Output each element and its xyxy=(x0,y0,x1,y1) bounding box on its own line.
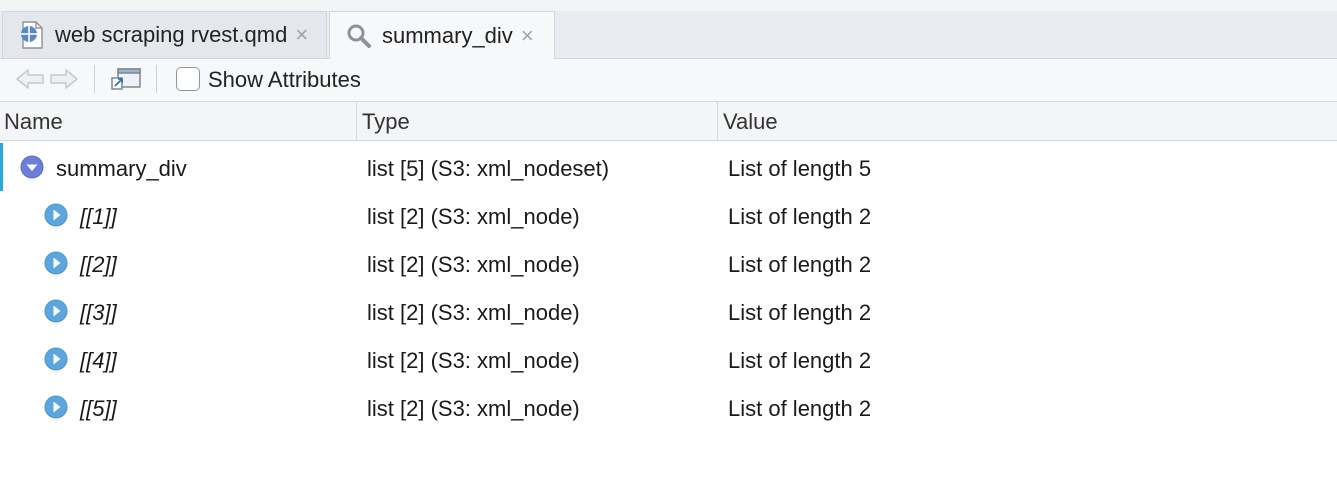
row-type: list [2] (S3: xml_node) xyxy=(367,252,580,277)
row-type: list [2] (S3: xml_node) xyxy=(367,300,580,325)
row-type: list [2] (S3: xml_node) xyxy=(367,396,580,421)
row-type: list [2] (S3: xml_node) xyxy=(367,348,580,373)
row-name: [[3]] xyxy=(80,300,117,325)
forward-button[interactable] xyxy=(48,67,80,95)
row-value: List of length 2 xyxy=(728,204,872,229)
quarto-globe-icon xyxy=(17,20,47,50)
close-icon[interactable]: × xyxy=(521,24,534,47)
collapse-circle-icon[interactable] xyxy=(20,155,44,179)
toolbar: Show Attributes xyxy=(0,59,1337,102)
row-value: List of length 2 xyxy=(728,396,872,421)
column-value-header[interactable]: Value xyxy=(717,102,1337,141)
tab-file-rvest[interactable]: web scraping rvest.qmd × xyxy=(2,11,327,58)
row-name: [[4]] xyxy=(80,348,117,373)
expand-circle-icon[interactable] xyxy=(44,203,68,227)
popout-icon xyxy=(109,66,143,97)
show-attributes-label: Show Attributes xyxy=(208,67,361,92)
show-attributes-checkbox[interactable] xyxy=(176,67,200,91)
tree-row-item-2[interactable]: [[2]] list [2] (S3: xml_node) List of le… xyxy=(0,239,1337,287)
tree-row-item-1[interactable]: [[1]] list [2] (S3: xml_node) List of le… xyxy=(0,191,1337,239)
data-viewer-window: web scraping rvest.qmd × summary_div × S… xyxy=(0,0,1337,501)
tree-row-summary-div[interactable]: summary_div list [5] (S3: xml_nodeset) L… xyxy=(0,143,1337,191)
object-tree: summary_div list [5] (S3: xml_nodeset) L… xyxy=(0,141,1337,441)
row-value: List of length 2 xyxy=(728,252,872,277)
row-value: List of length 2 xyxy=(728,348,872,373)
tab-summary-div[interactable]: summary_div × xyxy=(329,11,555,59)
tab-label: web scraping rvest.qmd xyxy=(55,22,288,47)
toolbar-divider xyxy=(156,65,157,93)
row-name: [[5]] xyxy=(80,396,117,421)
expand-circle-icon[interactable] xyxy=(44,251,68,275)
expand-circle-icon[interactable] xyxy=(44,347,68,371)
column-type-header[interactable]: Type xyxy=(356,102,717,141)
column-name-header[interactable]: Name xyxy=(0,102,356,141)
tab-strip: web scraping rvest.qmd × summary_div × xyxy=(0,0,1337,59)
tree-row-item-5[interactable]: [[5]] list [2] (S3: xml_node) List of le… xyxy=(0,383,1337,431)
row-name: [[2]] xyxy=(80,252,117,277)
row-value: List of length 5 xyxy=(728,156,872,181)
search-icon xyxy=(344,21,374,51)
expand-circle-icon[interactable] xyxy=(44,395,68,419)
tab-label: summary_div xyxy=(382,22,513,48)
row-type: list [2] (S3: xml_node) xyxy=(367,204,580,229)
arrow-right-icon xyxy=(49,67,79,96)
toolbar-divider xyxy=(94,65,95,93)
expand-circle-icon[interactable] xyxy=(44,299,68,323)
close-icon[interactable]: × xyxy=(295,24,308,46)
arrow-left-icon xyxy=(15,67,45,96)
row-name: [[1]] xyxy=(80,204,117,229)
column-header: Name Type Value xyxy=(0,102,1337,141)
tree-row-item-4[interactable]: [[4]] list [2] (S3: xml_node) List of le… xyxy=(0,335,1337,383)
row-type: list [5] (S3: xml_nodeset) xyxy=(367,156,610,181)
popout-button[interactable] xyxy=(108,67,144,95)
row-value: List of length 2 xyxy=(728,300,872,325)
back-button[interactable] xyxy=(14,67,46,95)
tree-row-item-3[interactable]: [[3]] list [2] (S3: xml_node) List of le… xyxy=(0,287,1337,335)
row-name: summary_div xyxy=(56,156,187,181)
